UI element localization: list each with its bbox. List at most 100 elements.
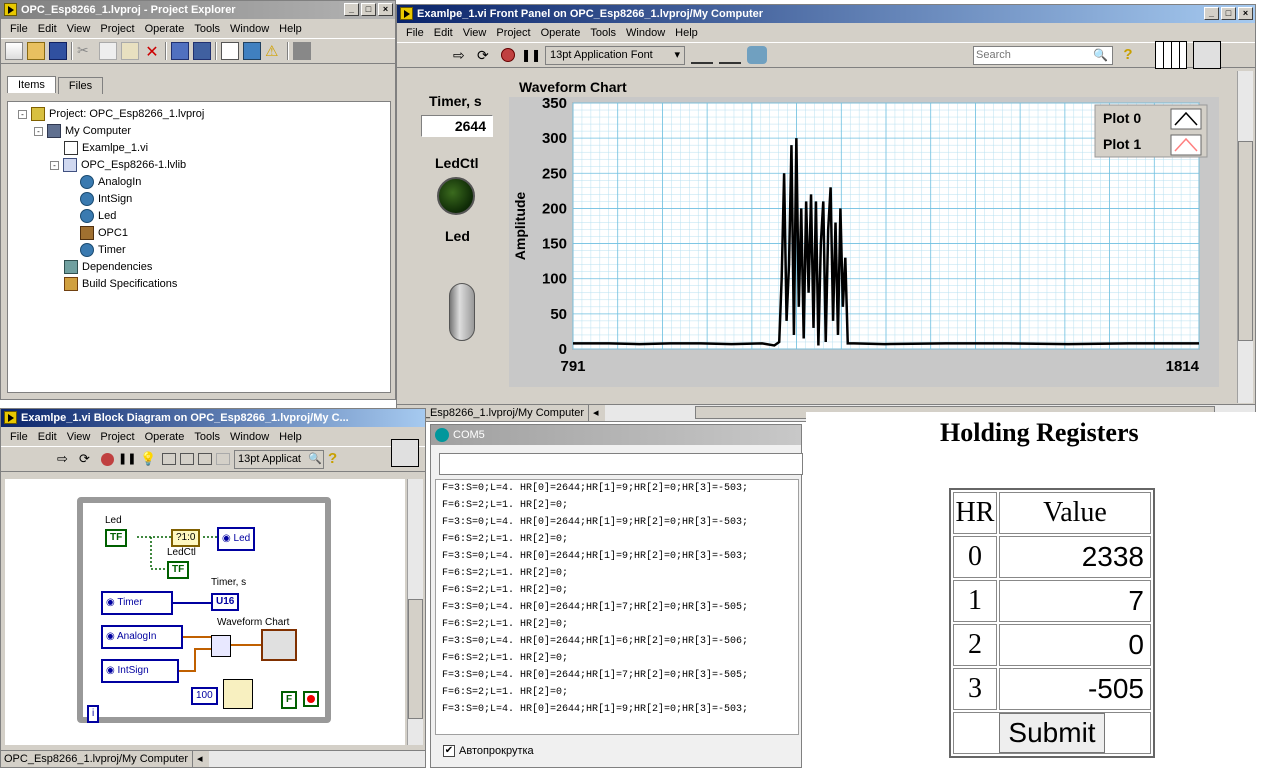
- retain-wire-icon[interactable]: [162, 453, 176, 465]
- hr-value-input-2[interactable]: [999, 624, 1151, 666]
- menu-view[interactable]: View: [62, 431, 96, 443]
- intsign-shared-variable-node[interactable]: ◉ IntSign: [101, 659, 179, 683]
- reorder-icon[interactable]: [747, 46, 767, 64]
- hr-value-input-0[interactable]: [999, 536, 1151, 578]
- led-indicator[interactable]: [437, 177, 475, 215]
- tab-files[interactable]: Files: [57, 77, 104, 94]
- serial-send-input[interactable]: [439, 453, 803, 475]
- distribute-icon[interactable]: [719, 46, 741, 64]
- tree-item-library[interactable]: - OPC_Esp8266-1.lvlib: [50, 157, 186, 173]
- serial-titlebar[interactable]: COM5: [431, 425, 801, 445]
- font-selector[interactable]: 13pt Application Font ▾: [545, 45, 685, 65]
- step-into-icon[interactable]: [180, 453, 194, 465]
- menu-operate[interactable]: Operate: [536, 27, 586, 39]
- select-node[interactable]: ?1:0: [171, 529, 201, 547]
- fp-vscroll[interactable]: [1237, 71, 1253, 403]
- menu-window[interactable]: Window: [621, 27, 670, 39]
- tree-item-intsign[interactable]: IntSign: [80, 191, 132, 207]
- menu-edit[interactable]: Edit: [429, 27, 458, 39]
- cut-icon[interactable]: ✂: [77, 42, 95, 60]
- menu-operate[interactable]: Operate: [140, 23, 190, 35]
- menu-tools[interactable]: Tools: [189, 431, 225, 443]
- warning-icon[interactable]: ⚠: [265, 42, 283, 60]
- highlight-execution-icon[interactable]: 💡: [140, 450, 158, 468]
- close-button[interactable]: ×: [378, 3, 393, 16]
- block-diagram-titlebar[interactable]: Examlpe_1.vi Block Diagram on OPC_Esp826…: [1, 409, 425, 427]
- stop-false-constant[interactable]: F: [281, 691, 298, 709]
- tree-item-build-specs[interactable]: Build Specifications: [64, 276, 177, 292]
- menu-help[interactable]: Help: [274, 431, 307, 443]
- menu-view[interactable]: View: [458, 27, 492, 39]
- bd-font-selector[interactable]: 13pt Applicat 🔍: [234, 449, 324, 469]
- step-out-icon[interactable]: [216, 453, 230, 465]
- menu-window[interactable]: Window: [225, 23, 274, 35]
- menu-help[interactable]: Help: [274, 23, 307, 35]
- minimize-button[interactable]: _: [1204, 7, 1219, 20]
- menu-operate[interactable]: Operate: [140, 431, 190, 443]
- bd-hscroll[interactable]: [208, 751, 425, 767]
- run-arrow-icon[interactable]: ⇨: [453, 46, 471, 64]
- build-icon[interactable]: [171, 42, 189, 60]
- led-shared-variable-node[interactable]: ◉ Led: [217, 527, 256, 551]
- led-control-terminal[interactable]: TF: [105, 529, 128, 547]
- search-input[interactable]: [974, 46, 1084, 63]
- scroll-left-arrow-icon[interactable]: ◂: [589, 405, 603, 421]
- tree-item-project[interactable]: - Project: OPC_Esp8266_1.lvproj: [18, 106, 204, 122]
- abort-icon[interactable]: [101, 452, 114, 466]
- connector-pane-icon[interactable]: [1155, 41, 1187, 69]
- align-icon[interactable]: [691, 46, 713, 64]
- u16-indicator-terminal[interactable]: U16: [211, 593, 240, 611]
- menu-file[interactable]: File: [401, 27, 429, 39]
- bundle-node[interactable]: [211, 635, 231, 657]
- help-icon[interactable]: ?: [328, 450, 346, 468]
- tab-items[interactable]: Items: [7, 76, 56, 93]
- menu-window[interactable]: Window: [225, 431, 274, 443]
- search-icon[interactable]: 🔍: [1093, 48, 1108, 62]
- tree-item-timer[interactable]: Timer: [80, 242, 126, 258]
- resolve-icon[interactable]: [243, 42, 261, 60]
- submit-button[interactable]: Submit: [999, 713, 1105, 753]
- checkbox-checked-icon[interactable]: ✔: [443, 745, 455, 757]
- copy-icon[interactable]: [99, 42, 117, 60]
- menu-project[interactable]: Project: [95, 23, 139, 35]
- paste-icon[interactable]: [121, 42, 139, 60]
- menu-view[interactable]: View: [62, 23, 96, 35]
- analogin-shared-variable-node[interactable]: ◉ AnalogIn: [101, 625, 183, 649]
- search-box[interactable]: 🔍: [973, 45, 1113, 65]
- ledctl-indicator-terminal[interactable]: TF: [167, 561, 190, 579]
- tree-item-dependencies[interactable]: Dependencies: [64, 259, 152, 275]
- extra-tools-icon[interactable]: [293, 42, 311, 60]
- hr-value-input-1[interactable]: [999, 580, 1151, 622]
- serial-output[interactable]: F=3:S=0;L=4. HR[0]=2644;HR[1]=9;HR[2]=0;…: [435, 479, 799, 735]
- save-all-icon[interactable]: [49, 42, 67, 60]
- vi-icon[interactable]: [1193, 41, 1221, 69]
- maximize-button[interactable]: □: [1221, 7, 1236, 20]
- tree-item-opc1[interactable]: OPC1: [80, 225, 128, 241]
- timer-shared-variable-node[interactable]: ◉ Timer: [101, 591, 173, 615]
- help-icon[interactable]: ?: [1119, 46, 1137, 64]
- search-icon[interactable]: 🔍: [308, 451, 322, 468]
- abort-icon[interactable]: [501, 48, 515, 62]
- waveform-chart[interactable]: 350 300 250 200 150 100 50 0791 1814 Amplitude Plo…: [509, 97, 1219, 387]
- tree-item-vi[interactable]: Examlpe_1.vi: [64, 140, 148, 156]
- run-continuously-icon[interactable]: ⟳: [477, 46, 495, 64]
- metronome-icon[interactable]: [223, 679, 253, 709]
- hr-value-input-3[interactable]: [999, 668, 1151, 710]
- scroll-left-arrow-icon[interactable]: ◂: [193, 751, 207, 767]
- bd-vscroll[interactable]: [407, 479, 423, 745]
- project-explorer-titlebar[interactable]: OPC_Esp8266_1.lvproj - Project Explorer …: [1, 1, 395, 19]
- menu-file[interactable]: File: [5, 23, 33, 35]
- view-list-icon[interactable]: [221, 42, 239, 60]
- menu-project[interactable]: Project: [491, 27, 535, 39]
- delete-icon[interactable]: ✕: [143, 42, 161, 61]
- new-icon[interactable]: [5, 42, 23, 60]
- pause-icon[interactable]: ❚❚: [118, 450, 136, 468]
- close-button[interactable]: ×: [1238, 7, 1253, 20]
- tree-item-led[interactable]: Led: [80, 208, 116, 224]
- menu-tools[interactable]: Tools: [189, 23, 225, 35]
- waveform-chart-terminal[interactable]: [261, 629, 297, 661]
- tree-item-analogin[interactable]: AnalogIn: [80, 174, 141, 190]
- deploy-icon[interactable]: [193, 42, 211, 60]
- front-panel-titlebar[interactable]: Examlpe_1.vi Front Panel on OPC_Esp8266_…: [397, 5, 1255, 23]
- vi-icon[interactable]: [391, 439, 419, 467]
